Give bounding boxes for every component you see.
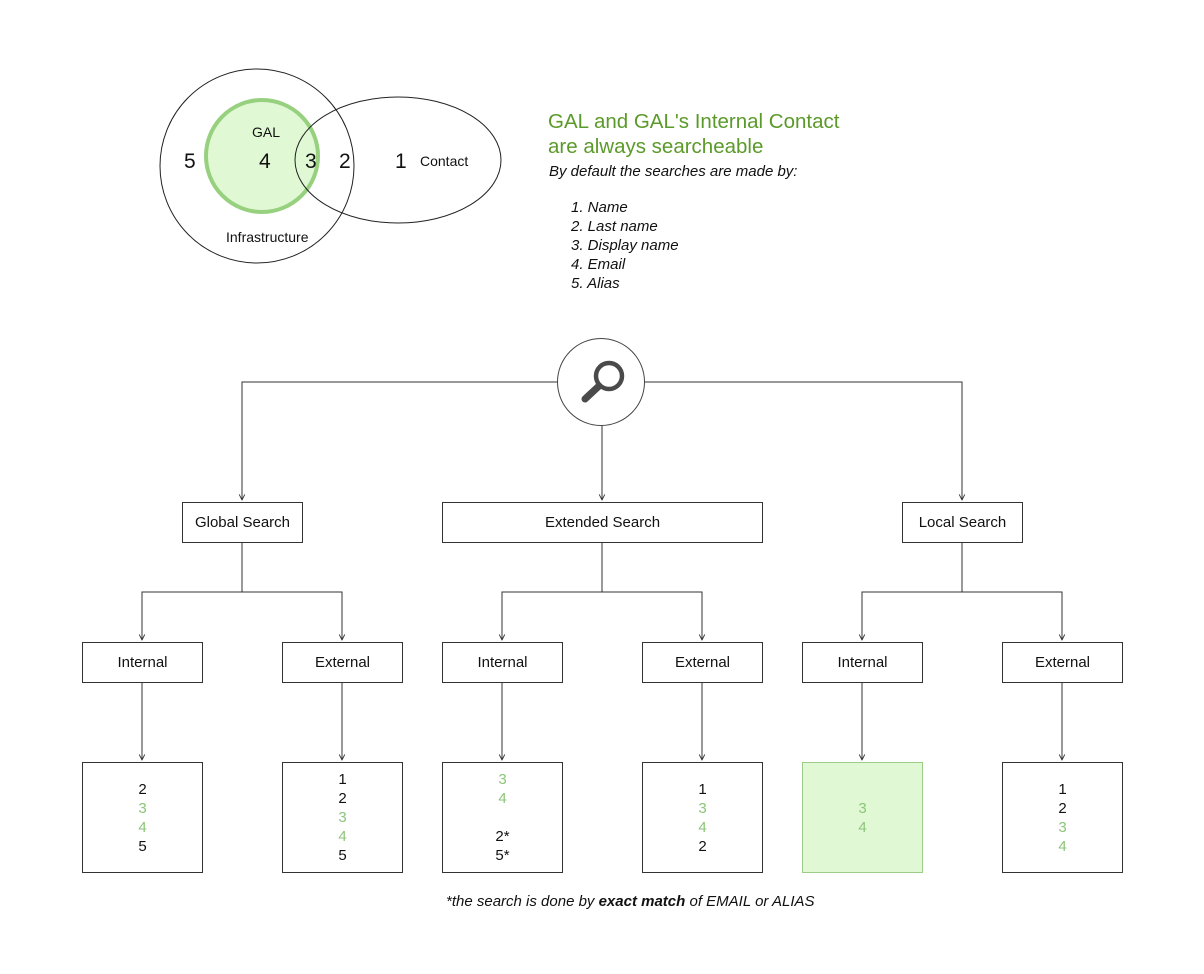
result-value: 4 [858, 818, 867, 836]
local-internal-label: Internal [837, 654, 888, 671]
criteria-item: 1. Name [571, 199, 628, 216]
criteria-item: 2. Last name [571, 218, 658, 235]
info-title-line-2: are always searcheable [548, 135, 764, 158]
edge-root-local [645, 381, 962, 500]
venn-region-3: 3 [305, 150, 317, 173]
result-value: 4 [338, 828, 347, 845]
global-search-node: Global Search [182, 502, 303, 543]
local-internal-results: 34 [802, 762, 923, 873]
criteria-item: 5. Alias [571, 275, 620, 292]
search-icon [581, 360, 625, 403]
result-value: 3 [498, 771, 507, 788]
result-value: 4 [138, 818, 147, 836]
footnote: *the search is done by exact match of EM… [446, 893, 815, 910]
result-value: 3 [698, 799, 707, 817]
local-search-node: Local Search [902, 502, 1023, 543]
result-value: 3 [858, 799, 867, 817]
edge-global-internal [142, 543, 243, 640]
result-value: 5 [138, 837, 147, 855]
result-value: 3 [1058, 818, 1067, 836]
global-internal-node: Internal [82, 642, 203, 683]
local-external-label: External [1034, 654, 1091, 671]
search-root-node [557, 338, 645, 426]
result-value: 4 [1058, 837, 1067, 855]
venn-label-gal: GAL [252, 124, 281, 140]
search-criteria-list: 1. Name 2. Last name 3. Display name 4. … [571, 198, 679, 293]
result-value: 3 [138, 799, 147, 817]
local-external-node: External [1002, 642, 1123, 683]
result-value: 2 [1058, 799, 1067, 817]
venn-region-2: 2 [339, 150, 351, 173]
global-external-results: 1 2 3 4 5 [282, 762, 403, 873]
info-subtitle: By default the searches are made by: [549, 163, 798, 180]
extended-search-label: Extended Search [544, 514, 661, 531]
edge-extended-external [602, 591, 702, 640]
extended-internal-results: 3 4 2* 5* [442, 762, 563, 873]
edge-local-external [962, 591, 1062, 640]
venn-region-1: 1 [395, 150, 407, 173]
local-search-label: Local Search [918, 514, 1007, 531]
extended-internal-label: Internal [477, 654, 528, 671]
edge-local-internal [862, 543, 963, 640]
result-value: 1 [338, 771, 347, 788]
extended-external-label: External [674, 654, 731, 671]
result-value: 4 [698, 818, 707, 836]
edge-global-external [242, 591, 342, 640]
info-title: GAL and GAL's Internal Contact are alway… [548, 109, 839, 159]
global-internal-label: Internal [117, 654, 168, 671]
extended-external-results: 1342 [642, 762, 763, 873]
criteria-item: 4. Email [571, 256, 626, 273]
global-internal-results: 2345 [82, 762, 203, 873]
result-value: 1 [1058, 780, 1067, 798]
result-value: 5 [338, 847, 347, 864]
result-value: 2 [698, 837, 707, 855]
edge-extended-internal [502, 543, 603, 640]
venn-region-4: 4 [259, 150, 271, 173]
global-external-label: External [314, 654, 371, 671]
edge-root-global [242, 381, 557, 500]
venn-label-infrastructure: Infrastructure [226, 229, 309, 245]
local-external-results: 1234 [1002, 762, 1123, 873]
result-value: 3 [338, 809, 347, 826]
footnote-prefix: *the search is done by [446, 893, 599, 910]
venn-label-contact: Contact [420, 153, 469, 169]
global-external-node: External [282, 642, 403, 683]
venn-region-5: 5 [184, 150, 196, 173]
info-title-line-1: GAL and GAL's Internal Contact [548, 110, 840, 133]
result-value: 2 [138, 780, 147, 798]
result-value: 4 [498, 790, 507, 807]
extended-search-node: Extended Search [442, 502, 763, 543]
result-value: 5* [495, 847, 510, 864]
extended-internal-node: Internal [442, 642, 563, 683]
result-value: 1 [698, 780, 707, 798]
result-value: 2* [495, 828, 510, 845]
global-search-label: Global Search [194, 514, 291, 531]
local-internal-node: Internal [802, 642, 923, 683]
criteria-item: 3. Display name [571, 237, 679, 254]
result-value: 2 [338, 790, 347, 807]
footnote-suffix: of EMAIL or ALIAS [685, 893, 815, 910]
extended-external-node: External [642, 642, 763, 683]
footnote-bold: exact match [598, 893, 686, 910]
